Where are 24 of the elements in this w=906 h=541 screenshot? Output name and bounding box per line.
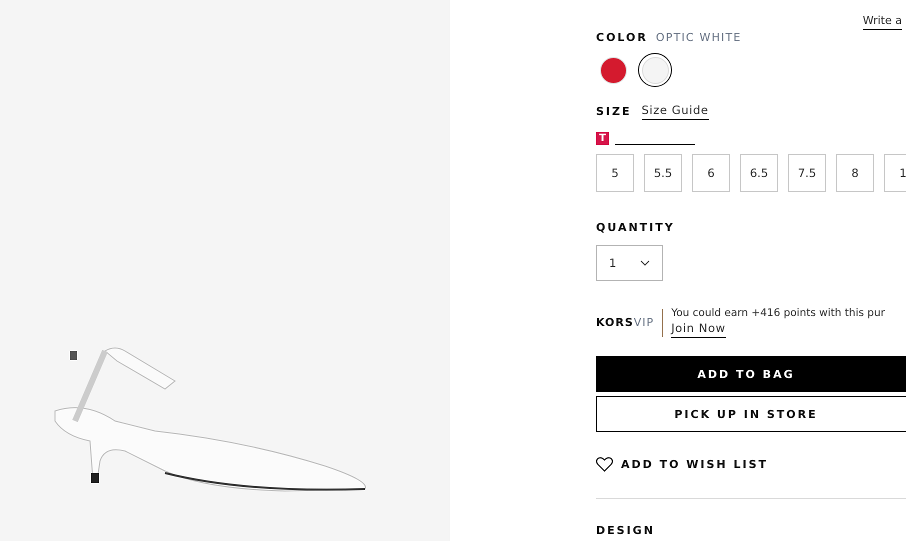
size-option[interactable]: 1	[884, 154, 906, 192]
size-option[interactable]: 6.5	[740, 154, 778, 192]
size-option[interactable]: 7.5	[788, 154, 826, 192]
design-heading: DESIGN	[596, 524, 655, 537]
size-option[interactable]: 6	[692, 154, 730, 192]
join-now-link[interactable]: Join Now	[671, 321, 726, 338]
add-to-bag-button[interactable]: ADD TO BAG	[596, 356, 906, 392]
quantity-heading: QUANTITY	[596, 221, 675, 234]
size-guide-link[interactable]: Size Guide	[642, 103, 709, 120]
size-option[interactable]: 5.5	[644, 154, 682, 192]
wishlist-button[interactable]: ADD TO WISH LIST	[596, 457, 906, 472]
chevron-down-icon	[640, 260, 650, 266]
vip-logo: KORSVIP	[596, 316, 654, 329]
pick-up-button[interactable]: PICK UP IN STORE	[596, 396, 906, 432]
color-value: OPTIC WHITE	[656, 31, 742, 44]
color-heading: COLOR	[596, 31, 648, 44]
size-heading: SIZE	[596, 105, 632, 118]
size-option[interactable]: 8	[836, 154, 874, 192]
points-message: You could earn +416 points with this pur	[671, 307, 885, 319]
badge: T	[596, 132, 609, 145]
heart-icon	[596, 457, 613, 472]
size-option[interactable]: 5	[596, 154, 634, 192]
write-review-link[interactable]: Write a	[862, 14, 902, 30]
quantity-select[interactable]: 1	[596, 245, 663, 281]
